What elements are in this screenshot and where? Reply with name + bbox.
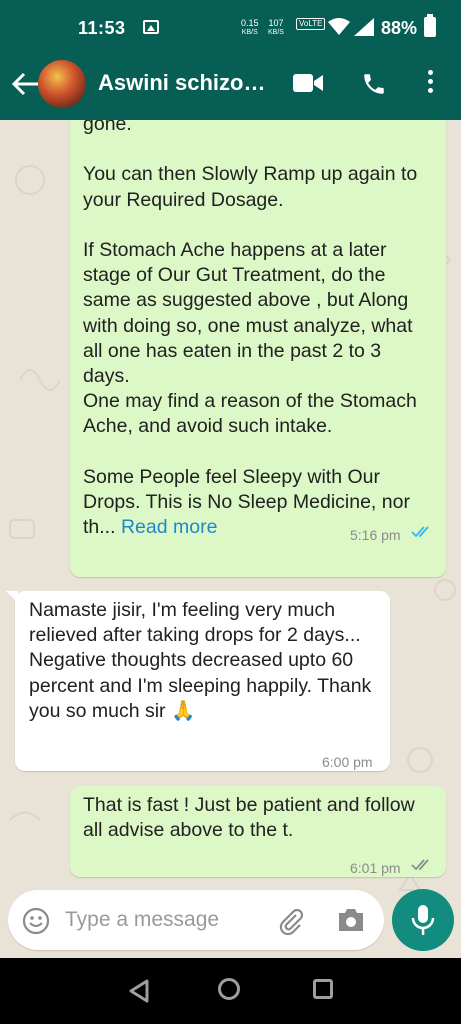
message-time: 6:00 pm [322,754,373,770]
message-time: 5:16 pm [350,527,401,543]
status-time: 11:53 [78,18,126,38]
camera-icon[interactable] [336,907,366,933]
volte-badge: VoLTE [296,18,326,30]
read-ticks-icon [411,526,429,538]
message-input[interactable]: Type a message [65,908,219,932]
battery-icon [424,14,436,37]
wifi-icon [328,18,350,35]
message-bubble-outgoing[interactable]: gone. You can then Slowly Ramp up again … [70,120,446,577]
gallery-notification-icon [143,20,159,34]
net-speed-value: 107 [268,18,284,28]
battery-percent: 88% [381,18,418,38]
nav-recents-icon[interactable] [313,979,333,999]
network-speed-1: 0.15 KB/S [241,19,259,37]
mic-icon [411,905,435,935]
avatar[interactable] [38,60,86,108]
net-speed-unit: KB/S [241,29,258,36]
back-arrow-icon[interactable] [10,70,40,98]
delivered-ticks-icon [411,859,429,871]
more-icon[interactable] [425,70,435,96]
emoji-icon[interactable] [22,907,50,935]
signal-icon [354,18,374,36]
network-speed-2: 107 KB/S [268,19,284,37]
system-nav-bar [0,958,461,1024]
chat-header: Aswini schizo… [0,50,461,120]
read-more-link[interactable]: Read more [121,516,217,538]
net-speed-value: 0.15 [241,18,259,28]
nav-home-icon[interactable] [218,978,240,1000]
video-call-icon[interactable] [293,73,323,93]
nav-back-icon[interactable] [128,979,150,1003]
chat-area[interactable]: gone. You can then Slowly Ramp up again … [0,120,461,958]
message-time: 6:01 pm [350,860,401,876]
status-bar: 11:53 0.15 KB/S 107 KB/S VoLTE 88% [0,0,461,50]
message-bubble-outgoing[interactable]: That is fast ! Just be patient and follo… [70,786,446,877]
attach-icon[interactable] [276,906,306,936]
phone-icon[interactable] [361,71,387,97]
message-body: gone. You can then Slowly Ramp up again … [83,120,418,539]
net-speed-unit: KB/S [268,29,284,36]
message-text: That is fast ! Just be patient and follo… [83,794,415,842]
contact-name[interactable]: Aswini schizo… [98,70,265,96]
message-bubble-incoming[interactable]: Namaste jisir, I'm feeling very much rel… [15,591,390,771]
mic-button[interactable] [392,889,454,951]
message-text: gone. You can then Slowly Ramp up again … [83,120,433,540]
message-composer[interactable]: Type a message [8,890,384,950]
message-text: Namaste jisir, I'm feeling very much rel… [29,599,372,722]
